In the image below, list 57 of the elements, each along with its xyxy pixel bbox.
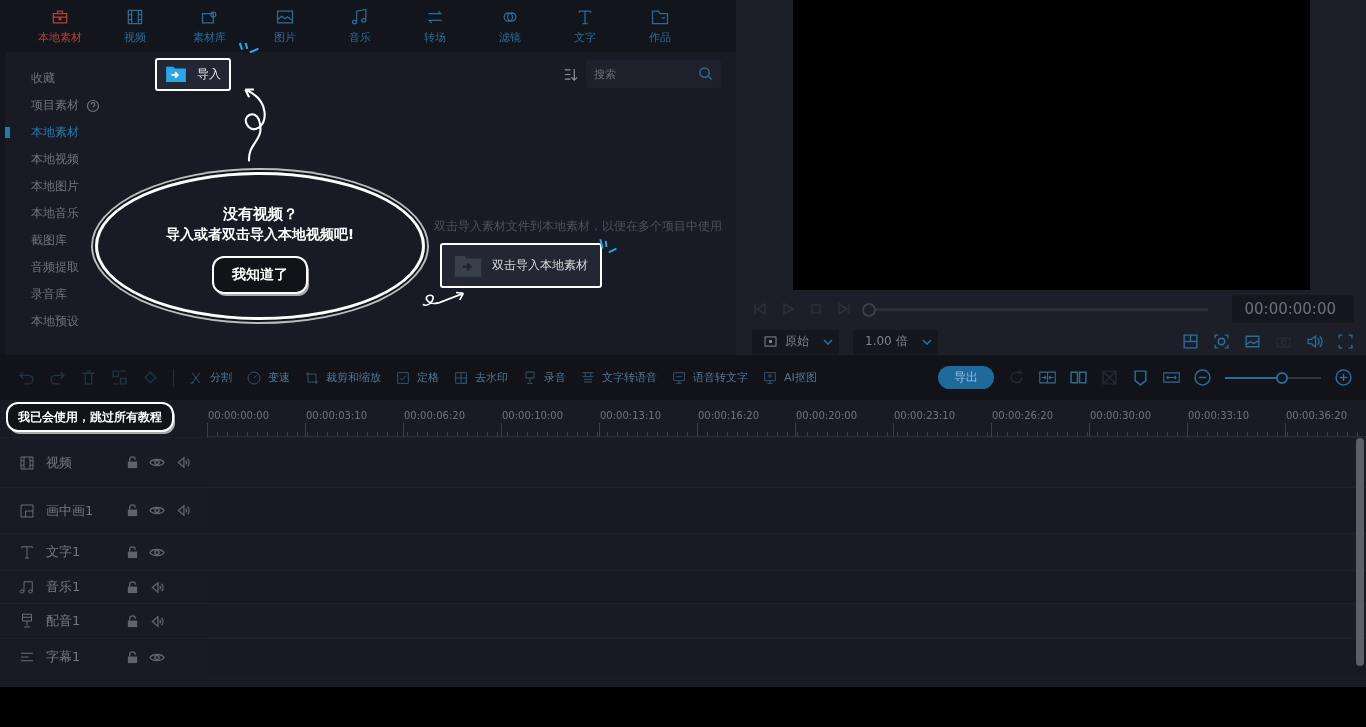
sidebar-item[interactable]: 本地音乐 bbox=[5, 200, 137, 227]
bubble-text: 导入或者双击导入本地视频吧! bbox=[165, 226, 355, 244]
tool-button[interactable]: 定格 bbox=[395, 369, 439, 386]
tool-button[interactable]: 裁剪和缩放 bbox=[304, 369, 381, 386]
ruler-label: 00:00:36:20 bbox=[1286, 410, 1347, 421]
track-label: 音乐1 bbox=[46, 578, 82, 596]
tool-button[interactable]: 去水印 bbox=[453, 369, 508, 386]
media-tab[interactable]: 本地素材 bbox=[22, 0, 97, 52]
sidebar-item[interactable]: 本地视频 bbox=[5, 146, 137, 173]
import-button[interactable]: 导入 bbox=[155, 57, 231, 91]
sidebar-item[interactable]: 项目素材 bbox=[5, 92, 137, 119]
ruler-label: 00:00:00:00 bbox=[208, 410, 269, 421]
sidebar-item[interactable]: 音频提取 bbox=[5, 254, 137, 281]
ruler-label: 00:00:03:10 bbox=[306, 410, 367, 421]
tool-button[interactable]: 文字转语音 bbox=[580, 369, 657, 386]
tool-button[interactable]: AI抠图 bbox=[762, 369, 817, 386]
ruler-label: 00:00:20:00 bbox=[796, 410, 857, 421]
timecode-field[interactable]: 00:00:00:00 bbox=[1232, 295, 1354, 323]
ruler-label: 00:00:13:10 bbox=[600, 410, 661, 421]
aspect-dropdown[interactable]: 原始 bbox=[752, 329, 839, 354]
media-tab[interactable]: 滤镜 bbox=[472, 0, 547, 52]
ruler-label: 00:00:33:10 bbox=[1188, 410, 1249, 421]
skip-tutorial-button[interactable]: 我已会使用，跳过所有教程 bbox=[6, 402, 174, 432]
tool-button[interactable]: 语音转文字 bbox=[671, 369, 748, 386]
sidebar-item[interactable]: 本地预设 bbox=[5, 308, 137, 335]
track-label: 字幕1 bbox=[46, 648, 82, 666]
search-field[interactable]: 搜索 bbox=[586, 60, 721, 88]
export-button[interactable]: 导出 bbox=[938, 366, 994, 389]
ruler-label: 00:00:26:20 bbox=[992, 410, 1053, 421]
media-tab[interactable]: 音乐 bbox=[322, 0, 397, 52]
ruler-label: 00:00:10:00 bbox=[502, 410, 563, 421]
ruler-label: 00:00:06:20 bbox=[404, 410, 465, 421]
tool-button[interactable]: 分割 bbox=[188, 369, 232, 386]
media-tab[interactable]: 转场 bbox=[397, 0, 472, 52]
media-tab[interactable]: 文字 bbox=[547, 0, 622, 52]
ruler-label: 00:00:23:10 bbox=[894, 410, 955, 421]
sidebar-item[interactable]: 本地图片 bbox=[5, 173, 137, 200]
ruler-label: 00:00:16:20 bbox=[698, 410, 759, 421]
speed-dropdown[interactable]: 1.00 倍 bbox=[853, 329, 938, 354]
media-tab[interactable]: 素材库 bbox=[172, 0, 247, 52]
sidebar-item[interactable]: 收藏 bbox=[5, 65, 137, 92]
sidebar-item[interactable]: 截图库 bbox=[5, 227, 137, 254]
sidebar-item[interactable]: 录音库 bbox=[5, 281, 137, 308]
bubble-question: 没有视频？ bbox=[222, 205, 298, 224]
track-label: 文字1 bbox=[46, 543, 82, 561]
ruler-label: 00:00:30:00 bbox=[1090, 410, 1151, 421]
got-it-button[interactable]: 我知道了 bbox=[212, 256, 308, 294]
track-label: 视频 bbox=[46, 453, 73, 472]
media-tab[interactable]: 作品 bbox=[622, 0, 697, 52]
track-label: 配音1 bbox=[46, 612, 82, 630]
tool-button[interactable]: 变速 bbox=[246, 369, 290, 386]
tool-button[interactable]: 录音 bbox=[522, 369, 566, 386]
sidebar-item[interactable]: 本地素材 bbox=[5, 119, 137, 146]
media-tab[interactable]: 视频 bbox=[97, 0, 172, 52]
track-label: 画中画1 bbox=[46, 501, 95, 520]
import-local-button[interactable]: 双击导入本地素材 bbox=[440, 243, 602, 288]
media-tab[interactable]: 图片 bbox=[247, 0, 322, 52]
